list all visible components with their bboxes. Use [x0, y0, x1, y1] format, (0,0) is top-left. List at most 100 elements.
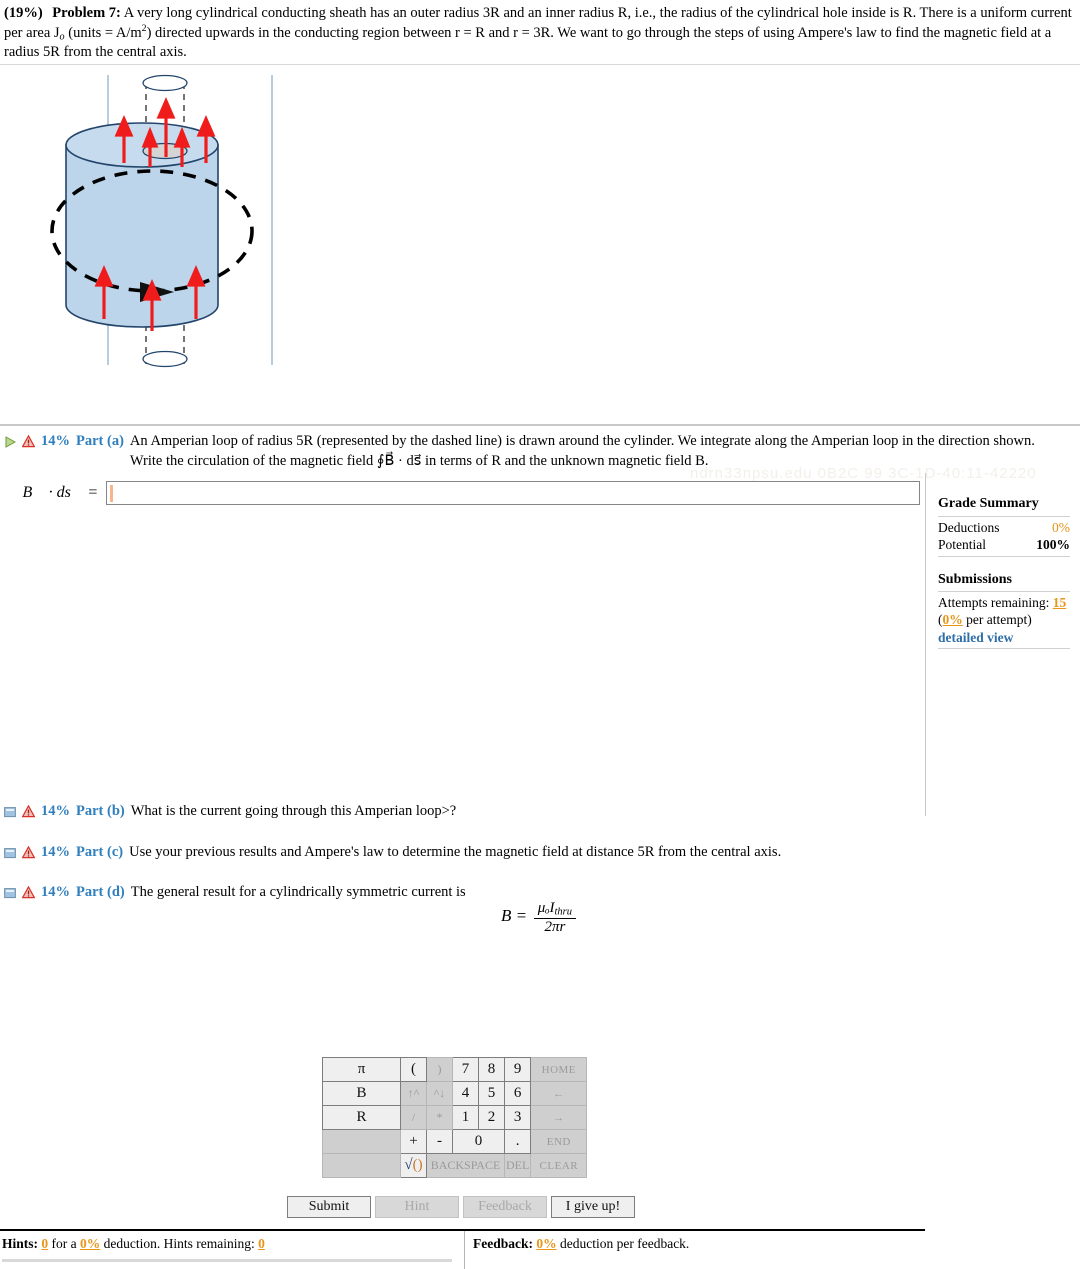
- keypad-key-home: HOME: [530, 1057, 588, 1083]
- warning-triangle-icon: [22, 845, 35, 858]
- formula-numerator-sub: thru: [554, 906, 573, 918]
- per-attempt-row: (0% per attempt): [938, 611, 1070, 629]
- keypad-key-9[interactable]: 9: [503, 1057, 532, 1083]
- keypad-key-blank: [322, 1129, 401, 1155]
- keypad-row: √() BACKSPACE DEL CLEAR: [322, 1153, 588, 1179]
- keypad-key-blank[interactable]: (: [400, 1057, 427, 1083]
- keypad-row: B ↑^ ^↓ 4 5 6 ←: [322, 1081, 588, 1107]
- answer-row: ∮ B⃗ · ds⃗ =: [0, 473, 920, 506]
- action-buttons: Submit Hint Feedback I give up!: [287, 1196, 639, 1219]
- problem-body-1: A very long cylindrical conducting sheat…: [4, 5, 1072, 60]
- keypad-key-blank: ←: [530, 1081, 588, 1107]
- potential-label: Potential: [938, 537, 986, 553]
- keypad-key-backspace: BACKSPACE: [426, 1153, 505, 1179]
- keypad-key-end: END: [530, 1129, 588, 1155]
- keypad-key-blank[interactable]: .: [503, 1129, 532, 1155]
- part-b-name: Part (b): [76, 803, 125, 819]
- answer-input[interactable]: [106, 481, 920, 506]
- divider-4: [938, 648, 1070, 650]
- hints-cell: Hints: 0 for a 0% deduction. Hints remai…: [0, 1231, 465, 1269]
- hint-button: Hint: [375, 1196, 459, 1219]
- hints-remaining: 0: [258, 1236, 265, 1252]
- part-c-header[interactable]: 14% Part (c) Use your previous results and…: [0, 839, 1080, 867]
- part-a-name: Part (a): [76, 433, 124, 450]
- divider-2: [938, 555, 1070, 557]
- warning-triangle-icon: [22, 805, 35, 818]
- part-a-percent: 14%: [41, 433, 70, 450]
- per-attempt-pct: 0%: [942, 612, 963, 628]
- figure-area: ndrn33npsu.edu 0B2C 99 3C-1D-40:11-42220: [0, 65, 1080, 482]
- per-attempt-text: per attempt): [962, 612, 1032, 628]
- keypad-key-blank: *: [426, 1105, 453, 1131]
- grade-summary-panel: Grade Summary Deductions 0% Potential 10…: [925, 473, 1080, 817]
- keypad-key-7[interactable]: 7: [452, 1057, 479, 1083]
- warning-triangle-icon: [22, 435, 35, 448]
- lower-parts-list: 14% Part (b) What is the current going thr…: [0, 798, 1080, 907]
- submissions-title: Submissions: [938, 571, 1012, 587]
- part-b-text: What is the current going through this A…: [130, 803, 457, 819]
- grade-summary-title: Grade Summary: [938, 496, 1039, 512]
- feedback-cell: Feedback: 0% deduction per feedback.: [465, 1231, 925, 1269]
- keypad-key-blank[interactable]: -: [426, 1129, 453, 1155]
- keypad-key-blank: ): [426, 1057, 453, 1083]
- collapsed-square-icon[interactable]: [4, 806, 16, 818]
- warning-triangle-icon: [22, 886, 35, 899]
- keypad-key-3[interactable]: 3: [503, 1105, 532, 1131]
- potential-value: 100%: [1036, 537, 1070, 553]
- part-c-text: Use your previous results and Ampere's l…: [129, 843, 782, 860]
- i-give-up-button[interactable]: I give up!: [551, 1196, 635, 1219]
- keypad-row: π() 7 8 9 HOME: [322, 1057, 588, 1083]
- hints-deduction-text: deduction. Hints remaining:: [103, 1236, 255, 1252]
- keypad-key-del: DEL: [503, 1153, 532, 1179]
- keypad-key-6[interactable]: 6: [503, 1081, 532, 1107]
- hints-pct: 0%: [80, 1236, 101, 1252]
- keypad-body: π() 7 8 9 HOME B ↑^ ^↓ 4 5 6 ← R / * 1 2 3 → + -0. END √() BACK…: [322, 1057, 588, 1179]
- hints-feedback-strip: Hints: 0 for a 0% deduction. Hints remai…: [0, 1229, 925, 1269]
- text-caret: [110, 485, 114, 503]
- keypad-key-blank[interactable]: √(): [400, 1153, 427, 1179]
- keypad-key-r[interactable]: R: [322, 1105, 401, 1131]
- keypad-key-5[interactable]: 5: [478, 1081, 505, 1107]
- cylinder-diagram: [50, 75, 273, 368]
- divider-3: [938, 590, 1070, 592]
- keypad-key-blank[interactable]: π: [322, 1057, 401, 1083]
- keypad-key-blank: →: [530, 1105, 588, 1131]
- keypad-key-blank[interactable]: +: [400, 1129, 427, 1155]
- detailed-view-link[interactable]: detailed view: [938, 629, 1070, 647]
- hints-progress-rule: [2, 1259, 452, 1263]
- part-c-name: Part (c): [76, 843, 124, 860]
- keypad-key-2[interactable]: 2: [478, 1105, 505, 1131]
- submit-button[interactable]: Submit: [287, 1196, 371, 1219]
- deductions-value: 0%: [1052, 519, 1070, 535]
- part-a-header[interactable]: 14% Part (a) An Amperian loop of radius …: [0, 426, 1080, 473]
- expanded-triangle-icon[interactable]: [4, 436, 16, 449]
- keypad-key-blank: /: [400, 1105, 427, 1131]
- deductions-label: Deductions: [938, 519, 1000, 535]
- feedback-pct: 0%: [536, 1236, 557, 1252]
- collapsed-square-icon[interactable]: [4, 847, 16, 859]
- answer-label: ∮ B⃗ · ds⃗ =: [6, 484, 99, 502]
- attempts-value: 15: [1052, 594, 1067, 610]
- math-keypad[interactable]: π() 7 8 9 HOME B ↑^ ^↓ 4 5 6 ← R / * 1 2 3 → + -0. END √() BACK…: [322, 1057, 588, 1179]
- part-a-body: ∮ B⃗ · ds⃗ = Grade Summary Deductions 0%…: [0, 473, 1080, 1269]
- keypad-key-b[interactable]: B: [322, 1081, 401, 1107]
- part-b-header[interactable]: 14% Part (b) What is the current going thr…: [0, 798, 1080, 826]
- keypad-key-blank: [322, 1153, 401, 1179]
- keypad-key-1[interactable]: 1: [452, 1105, 479, 1131]
- formula-fraction: μₒIthru 2πr: [533, 900, 577, 936]
- problem-label: Problem 7:: [52, 5, 121, 21]
- collapsed-square-icon[interactable]: [4, 887, 16, 899]
- attempts-row: Attempts remaining: 15: [938, 594, 1070, 612]
- keypad-key-8[interactable]: 8: [478, 1057, 505, 1083]
- problem-statement: (19%) Problem 7: A very long cylindrical…: [0, 0, 1080, 66]
- keypad-key-0[interactable]: 0: [452, 1129, 505, 1155]
- hints-label: Hints:: [2, 1236, 39, 1252]
- part-b-percent: 14%: [41, 803, 70, 819]
- keypad-row: R / * 1 2 3 →: [322, 1105, 588, 1131]
- divider: [938, 515, 1070, 517]
- part-c-percent: 14%: [41, 843, 70, 860]
- keypad-key-4[interactable]: 4: [452, 1081, 479, 1107]
- feedback-label: Feedback:: [473, 1236, 533, 1252]
- formula-denominator: 2πr: [544, 918, 566, 935]
